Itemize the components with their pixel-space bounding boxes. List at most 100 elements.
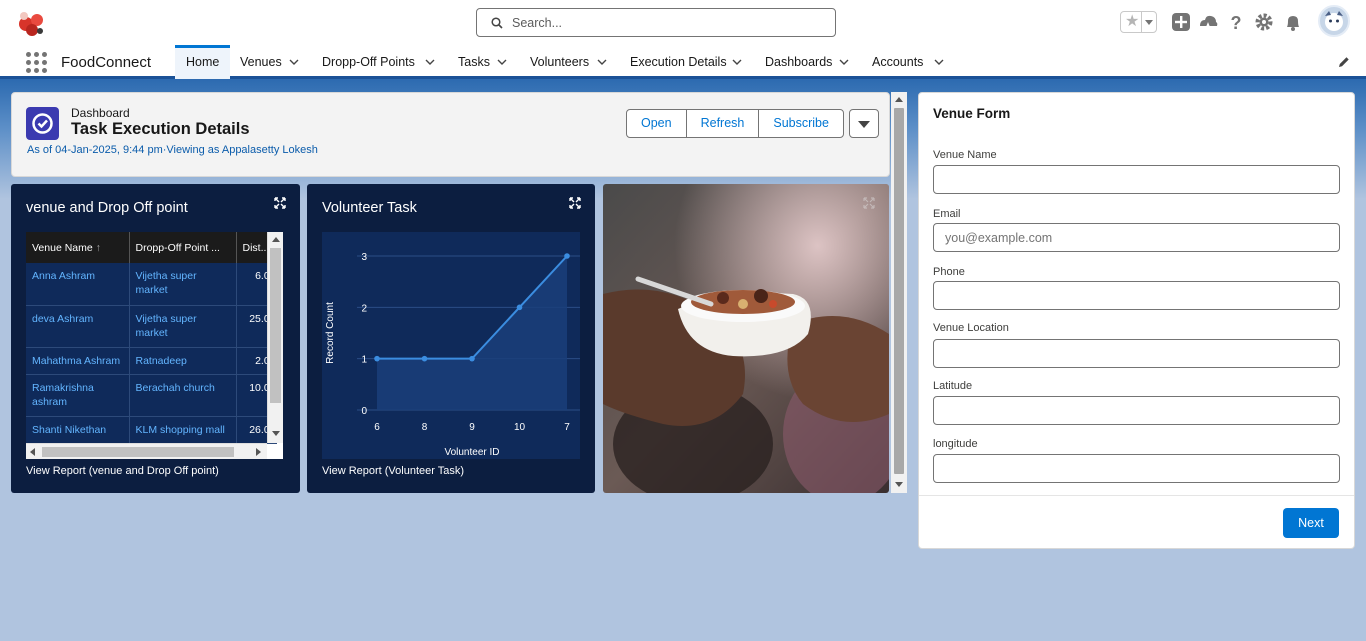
- open-button[interactable]: Open: [626, 109, 687, 138]
- dashboard-vertical-scrollbar[interactable]: [891, 92, 907, 493]
- line-chart[interactable]: 0 1 2 3 6 8 9 10 7 Volunteer ID Record Count: [322, 232, 587, 459]
- next-button[interactable]: Next: [1283, 508, 1339, 538]
- scroll-up-icon[interactable]: [895, 97, 903, 102]
- column-header-label: Venue Name: [32, 241, 93, 254]
- search-input[interactable]: Search...: [476, 8, 836, 37]
- nav-item-dropp-off-points[interactable]: Dropp-Off Points: [312, 45, 442, 79]
- sort-ascending-icon: ↑: [95, 241, 101, 254]
- subscribe-button[interactable]: Subscribe: [758, 109, 844, 138]
- drop-off-cell[interactable]: Vijetha super market: [129, 263, 237, 306]
- phone-field[interactable]: [933, 281, 1340, 310]
- search-icon: [491, 17, 503, 29]
- star-icon: ★: [1125, 13, 1140, 30]
- scrollbar-thumb[interactable]: [894, 108, 904, 474]
- venue-location-field[interactable]: [933, 339, 1340, 368]
- search-placeholder: Search...: [512, 16, 563, 30]
- nav-item-volunteers[interactable]: Volunteers: [520, 45, 612, 79]
- dashboard-subtitle: As of 04-Jan-2025, 9:44 pm·Viewing as Ap…: [27, 144, 318, 156]
- chevron-down-icon[interactable]: [839, 57, 849, 67]
- scroll-down-icon[interactable]: [895, 482, 903, 487]
- venue-name-field[interactable]: [933, 165, 1340, 194]
- dashboard-button-group: Open Refresh Subscribe: [626, 109, 879, 138]
- venue-form: Venue Form Venue Name Email Phone Venue …: [918, 92, 1355, 549]
- x-tick-label: 9: [469, 422, 475, 433]
- venue-cell[interactable]: Shanti Nikethan: [26, 416, 130, 444]
- app-nav-bar: FoodConnect Home Venues Dropp-Off Points…: [0, 45, 1366, 79]
- venue-cell[interactable]: Anna Ashram: [26, 263, 130, 306]
- svg-text:?: ?: [1231, 13, 1242, 33]
- venue-cell[interactable]: Ramakrishna ashram: [26, 374, 130, 417]
- app-launcher-icon[interactable]: [26, 52, 48, 74]
- scroll-up-icon[interactable]: [272, 237, 280, 242]
- y-tick-label: 1: [361, 355, 367, 366]
- nav-item-tasks[interactable]: Tasks: [448, 45, 513, 79]
- venue-cell[interactable]: deva Ashram: [26, 305, 130, 348]
- nav-item-execution-details[interactable]: Execution Details: [620, 45, 747, 79]
- data-point: [469, 355, 475, 362]
- table-row: Mahathma Ashram Ratnadeep 2.00: [26, 347, 277, 375]
- y-tick-label: 3: [361, 252, 367, 263]
- nav-item-label: Tasks: [458, 55, 490, 69]
- longitude-field[interactable]: [933, 454, 1340, 483]
- table-horizontal-scrollbar[interactable]: [26, 443, 267, 459]
- chevron-down-icon[interactable]: [597, 57, 607, 67]
- chevron-down-icon[interactable]: [934, 57, 944, 67]
- latitude-field[interactable]: [933, 396, 1340, 425]
- y-axis-label: Record Count: [325, 302, 336, 364]
- expand-icon[interactable]: [569, 197, 581, 209]
- data-point: [564, 253, 570, 259]
- view-report-link[interactable]: View Report (Volunteer Task): [322, 465, 464, 477]
- nav-item-venues[interactable]: Venues: [230, 45, 310, 79]
- column-header-venue-name[interactable]: Venue Name ↑: [26, 232, 130, 263]
- refresh-button[interactable]: Refresh: [685, 109, 760, 138]
- table-vertical-scrollbar[interactable]: [267, 232, 283, 443]
- scrollbar-thumb[interactable]: [42, 447, 234, 457]
- report-table[interactable]: Venue Name ↑ Dropp-Off Point ... Dist...…: [26, 232, 283, 459]
- edit-nav-pencil-icon[interactable]: [1337, 55, 1351, 69]
- drop-off-cell[interactable]: Berachah church: [129, 374, 237, 417]
- user-avatar[interactable]: [1318, 5, 1350, 37]
- data-point: [374, 355, 380, 362]
- x-tick-label: 6: [374, 422, 380, 433]
- favorites-button[interactable]: ★: [1120, 11, 1157, 33]
- gear-icon[interactable]: [1253, 11, 1275, 33]
- table-row: deva Ashram Vijetha super market 25.00: [26, 305, 277, 348]
- nav-item-home[interactable]: Home: [175, 45, 230, 79]
- scroll-left-icon[interactable]: [30, 448, 35, 456]
- help-icon[interactable]: ?: [1225, 11, 1247, 33]
- scrollbar-thumb[interactable]: [270, 248, 281, 403]
- drop-off-cell[interactable]: Ratnadeep: [129, 347, 237, 375]
- view-report-link[interactable]: View Report (venue and Drop Off point): [26, 465, 219, 477]
- global-add-icon[interactable]: [1170, 11, 1192, 33]
- widget-title: Volunteer Task: [322, 200, 417, 216]
- favorites-dropdown-icon[interactable]: [1141, 12, 1156, 32]
- drop-off-cell[interactable]: KLM shopping mall: [129, 416, 237, 444]
- dashboard-icon: [26, 107, 59, 140]
- venue-cell[interactable]: Mahathma Ashram: [26, 347, 130, 375]
- column-header-drop-off-point[interactable]: Dropp-Off Point ...: [129, 232, 237, 263]
- scroll-down-icon[interactable]: [272, 431, 280, 436]
- email-field[interactable]: [933, 223, 1340, 252]
- column-header-label: Dist...: [242, 241, 270, 254]
- nav-item-label: Accounts: [872, 55, 924, 69]
- table-row: Ramakrishna ashram Berachah church 10.00: [26, 374, 277, 417]
- venue-name-label: Venue Name: [933, 149, 997, 161]
- more-actions-dropdown[interactable]: [848, 109, 879, 138]
- widget-title: venue and Drop Off point: [26, 200, 188, 216]
- scroll-right-icon[interactable]: [256, 448, 261, 456]
- expand-icon[interactable]: [274, 197, 286, 209]
- volunteer-task-widget: Volunteer Task 0 1 2 3 6 8 9 10 7 Volunteer ID Rec…: [307, 184, 595, 493]
- org-logo[interactable]: [14, 6, 50, 40]
- table-row: Shanti Nikethan KLM shopping mall 26.00: [26, 416, 277, 444]
- trailhead-icon[interactable]: [1197, 11, 1219, 33]
- nav-item-dashboards[interactable]: Dashboards: [755, 45, 855, 79]
- notification-bell-icon[interactable]: [1282, 11, 1304, 33]
- nav-item-label: Dashboards: [765, 55, 833, 69]
- chevron-down-icon[interactable]: [425, 57, 435, 67]
- x-tick-label: 7: [564, 422, 570, 433]
- chevron-down-icon[interactable]: [732, 57, 742, 67]
- nav-item-accounts[interactable]: Accounts: [862, 45, 952, 79]
- drop-off-cell[interactable]: Vijetha super market: [129, 305, 237, 348]
- chevron-down-icon[interactable]: [497, 57, 507, 67]
- chevron-down-icon[interactable]: [289, 57, 299, 67]
